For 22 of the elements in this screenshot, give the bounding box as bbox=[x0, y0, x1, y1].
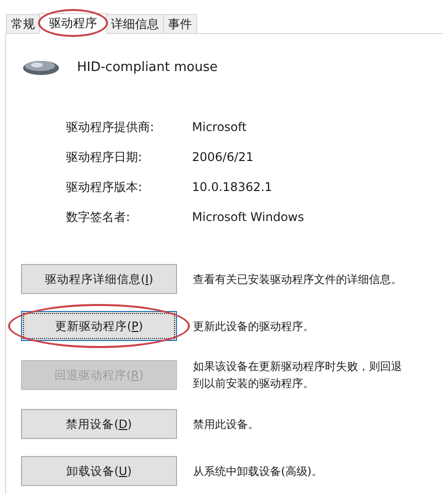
property-value: 2006/6/21 bbox=[192, 149, 255, 166]
action-button[interactable]: 驱动程序详细信息(I) bbox=[21, 264, 177, 294]
action-description: 禁用此设备。 bbox=[193, 416, 260, 432]
action-button[interactable]: 禁用设备(D) bbox=[21, 409, 177, 439]
property-label: 驱动程序日期: bbox=[66, 149, 144, 166]
property-label: 驱动程序提供商: bbox=[66, 119, 156, 136]
property-label: 数字签名者: bbox=[66, 209, 132, 226]
property-value: Microsoft bbox=[192, 119, 248, 136]
action-description: 从系统中卸载设备(高级)。 bbox=[193, 464, 324, 480]
property-label: 驱动程序版本: bbox=[66, 179, 144, 196]
action-button[interactable]: 更新驱动程序(P) bbox=[21, 311, 177, 341]
tab[interactable]: 常规 bbox=[6, 14, 40, 33]
action-description: 查看有关已安装驱动程序文件的详细信息。 bbox=[193, 272, 403, 288]
action-description: 如果该设备在更新驱动程序时失败，则回退到以前安装的驱动程序。 bbox=[193, 359, 403, 392]
property-value: Microsoft Windows bbox=[192, 209, 305, 226]
action-button[interactable]: 卸载设备(U) bbox=[21, 456, 177, 486]
tab[interactable]: 事件 bbox=[163, 14, 197, 33]
property-value: 10.0.18362.1 bbox=[192, 179, 274, 196]
action-description: 更新此设备的驱动程序。 bbox=[193, 318, 315, 334]
tab[interactable]: 详细信息 bbox=[106, 14, 164, 33]
tab[interactable]: 驱动程序 bbox=[39, 13, 107, 34]
device-name: HID-compliant mouse bbox=[77, 60, 218, 74]
